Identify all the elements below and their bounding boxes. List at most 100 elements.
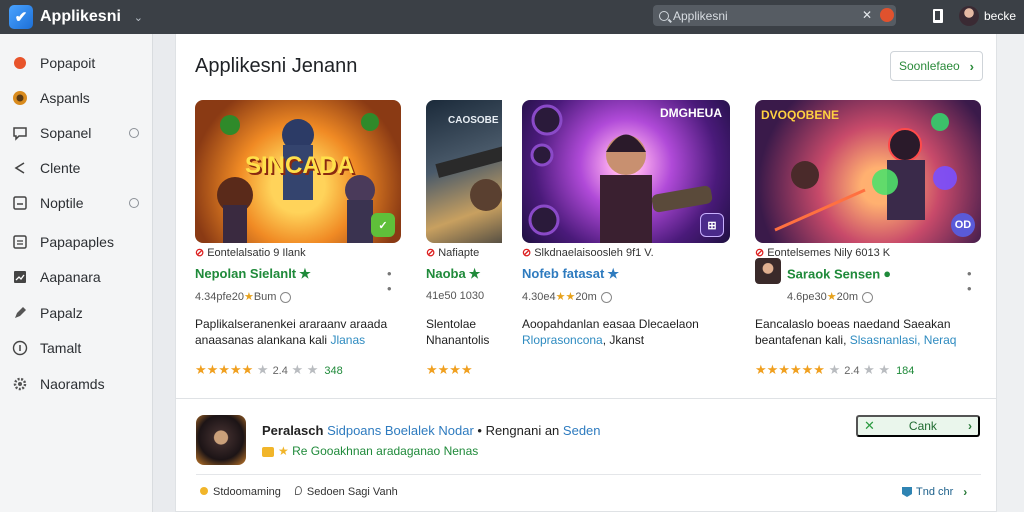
desc-text: Nhanantolis	[426, 333, 490, 347]
clear-icon[interactable]: ✕	[862, 8, 872, 22]
sidebar-item-noptile[interactable]: Noptile	[0, 188, 153, 218]
desc-accent[interactable]: Slsasnanlasi, Neraq	[850, 333, 957, 347]
detail-subtitle-text: Re Gooakhnan aradaganao Nenas	[292, 444, 479, 458]
bookmark-icon[interactable]	[933, 9, 943, 23]
sidebar-item-clente[interactable]: Clente	[0, 153, 153, 183]
stats-tail: 20m	[575, 291, 597, 303]
list-icon	[12, 234, 28, 250]
desc-accent[interactable]: Jlanas	[330, 333, 365, 347]
sidebar-item-label: Naoramds	[40, 376, 105, 392]
sidebar-item-popapoit[interactable]: Popapoit	[0, 48, 153, 78]
expand-icon[interactable]	[129, 128, 139, 138]
stats-text: 4.30e4	[522, 291, 556, 303]
download-icon	[280, 291, 292, 303]
app-badge-icon: ✓	[371, 213, 395, 237]
sidebar-item-papalz[interactable]: Papalz	[0, 298, 153, 328]
sidebar-item-sopanel[interactable]: Sopanel	[0, 118, 153, 148]
detail-title-bold: Peralasch	[262, 423, 324, 438]
app-name: Nepolan Sielanlt	[195, 266, 297, 281]
avatar[interactable]	[959, 6, 979, 26]
app-card[interactable]: CAOSOBE ⊘ Nafiapte Naoba ★ 41e50 1030 Slen…	[426, 100, 502, 390]
artwork-title: SINCADA	[245, 152, 355, 179]
card-name[interactable]: Nepolan Sielanlt ★	[195, 266, 311, 282]
verified-icon: ●	[883, 266, 892, 282]
location-icon	[294, 486, 302, 495]
card-description: Eancalaslo boeas naedand Saeakan	[755, 317, 951, 331]
app-artwork[interactable]: DVOQOBENE OD	[755, 100, 981, 243]
rating-count: 184	[896, 365, 915, 377]
desc-text: Jkanst	[609, 333, 645, 347]
coin-icon	[12, 90, 28, 106]
app-artwork[interactable]: CAOSOBE	[426, 100, 502, 243]
download-icon	[600, 291, 612, 303]
expand-icon[interactable]	[129, 198, 139, 208]
star-icon: ★	[607, 266, 620, 281]
card-developer: ⊘ Eontelalsatio 9 Ilank	[195, 246, 306, 259]
artwork-title: DVOQOBENE	[761, 108, 840, 122]
chevron-down-icon[interactable]: ⌄	[134, 11, 143, 24]
app-name: Saraok Sensen	[787, 266, 881, 282]
detail-title-accent[interactable]: Sidpoans Boelalek Nodar	[327, 423, 474, 438]
card-description: Aoopahdanlan easaa Dlecaelaon	[522, 317, 699, 331]
app-thumbnail[interactable]	[196, 415, 246, 465]
record-icon[interactable]	[880, 8, 894, 22]
card-stats: 4.6pe30★20m	[787, 290, 874, 303]
brand[interactable]: ✔ Applikesni ⌄	[0, 0, 153, 34]
chevron-right-icon: ›	[969, 58, 974, 74]
developer-text: Slkdnaelaisoosleh 9f1 V.	[534, 247, 654, 259]
more-options-icon[interactable]: • •	[387, 266, 401, 296]
search-input[interactable]	[673, 8, 863, 23]
app-detail-row: Peralasch Sidpoans Boelalek Nodar • Reng…	[175, 398, 997, 512]
developer-avatar	[755, 258, 781, 284]
orange-circle-icon	[12, 55, 28, 71]
stats-text: 41e50	[426, 290, 457, 302]
no-icon: ⊘	[522, 247, 532, 259]
chevron-right-icon: ›	[968, 419, 972, 433]
sidebar-item-label: Aspanls	[40, 90, 90, 106]
search-box[interactable]: ✕	[653, 5, 896, 26]
sidebar-item-label: Sopanel	[40, 125, 92, 141]
card-stats: 4.34pfe20★Bum	[195, 290, 292, 303]
rating-stars: ★★★★★ ★ 2.4 ★ ★ 348	[195, 362, 343, 377]
app-title: Applikesni	[40, 8, 121, 25]
tag-icon	[902, 487, 912, 497]
footer-link-text: Tnd chr	[916, 486, 954, 498]
sidebar-item-aapanara[interactable]: Aapanara	[0, 262, 153, 292]
no-icon: ⊘	[195, 247, 205, 259]
right-rail	[997, 34, 1024, 512]
pen-icon	[12, 305, 28, 321]
see-more-button[interactable]: Soonlefaeo ›	[890, 51, 983, 81]
detail-title: Peralasch Sidpoans Boelalek Nodar • Reng…	[262, 423, 601, 438]
sidebar-item-tamalt[interactable]: Tamalt	[0, 333, 153, 363]
card-name[interactable]: Naoba ★	[426, 266, 480, 282]
sidebar-item-papapaples[interactable]: Papapaples	[0, 227, 153, 257]
rating-stars: ★★★★	[426, 362, 473, 377]
app-name: Naoba	[426, 266, 466, 281]
detail-subtitle: ★ Re Gooakhnan aradaganao Nenas	[262, 444, 478, 458]
see-more-label: Soonlefaeo	[899, 59, 960, 73]
card-name[interactable]: Saraok Sensen ●	[755, 258, 892, 284]
card-name[interactable]: Nofeb fatasat ★	[522, 266, 619, 282]
card-developer: ⊘ Slkdnaelaisoosleh 9f1 V.	[522, 246, 654, 259]
app-logo-icon: ✔	[9, 5, 33, 29]
top-bar: ✔ Applikesni ⌄ ✕ becke	[0, 0, 1024, 34]
more-options-icon[interactable]: • •	[967, 266, 981, 296]
status-dot-icon	[200, 487, 208, 495]
detail-title-end[interactable]: Seden	[563, 423, 601, 438]
app-artwork[interactable]: SINCADA ✓	[195, 100, 401, 243]
sidebar-item-aspanls[interactable]: Aspanls	[0, 83, 153, 113]
footer-link[interactable]: Tnd chr ›	[902, 485, 967, 499]
sidebar-item-naoramds[interactable]: Naoramds	[0, 369, 153, 399]
rating-value: 2.4	[272, 365, 288, 377]
app-artwork[interactable]: DMGHEUA ⊞	[522, 100, 730, 243]
card-description-line2: beantafenan kali, Slsasnanlasi, Neraq	[755, 333, 957, 347]
star-icon: ★	[299, 266, 311, 281]
developer-text: Nafiapte	[438, 247, 480, 259]
stats-tail: 20m	[836, 291, 859, 303]
card-developer: ⊘ Nafiapte	[426, 246, 479, 259]
cank-button[interactable]: ✕ Cank ›	[856, 415, 980, 437]
desc-accent[interactable]: Rloprasoncona	[522, 333, 603, 347]
artwork-title: CAOSOBE	[448, 115, 499, 126]
sidebar: Popapoit Aspanls Sopanel Clente Noptile …	[0, 34, 153, 512]
user-name[interactable]: becke	[984, 9, 1016, 23]
